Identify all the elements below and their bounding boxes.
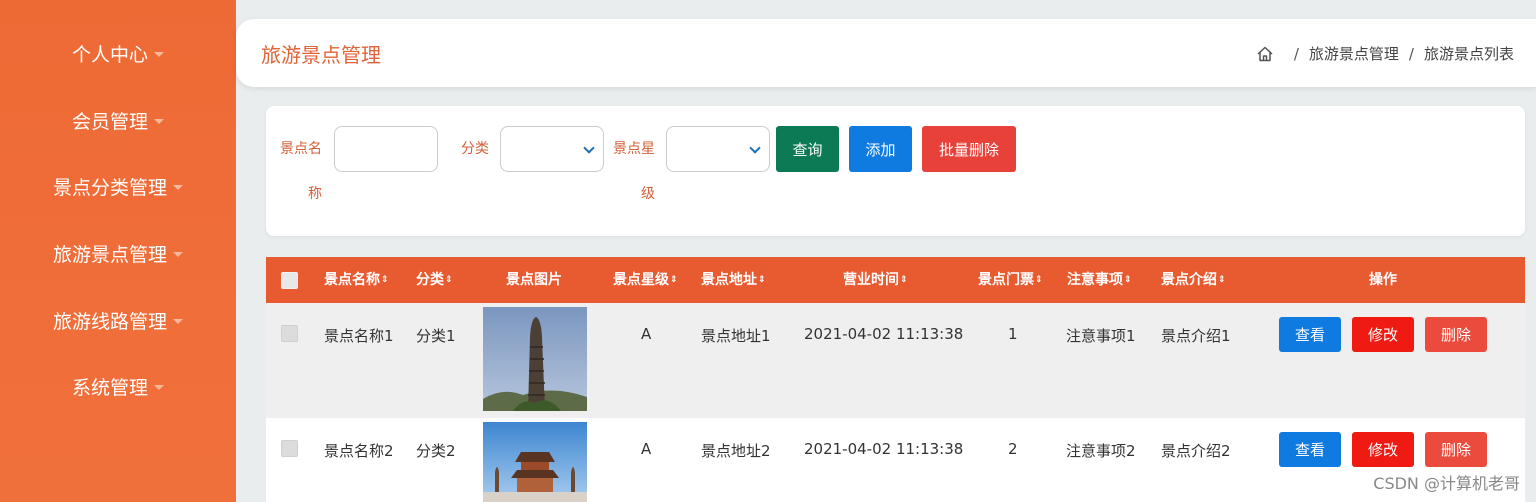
search-panel: 景点名 称 分类 景点星 级 查询 添加 批量删除 bbox=[266, 106, 1525, 236]
sort-icon[interactable]: ⇕ bbox=[1124, 275, 1132, 285]
table-row: 景点名称2 分类2 A 景点地址2 2021-04-02 11:13:38 2 … bbox=[266, 418, 1525, 502]
category-select[interactable] bbox=[500, 126, 604, 172]
column-header-ticket[interactable]: 景点门票⇕ bbox=[978, 257, 1043, 303]
sidebar-item-route-management[interactable]: 旅游线路管理 bbox=[0, 300, 236, 340]
view-button[interactable]: 查看 bbox=[1279, 317, 1341, 352]
view-button[interactable]: 查看 bbox=[1279, 432, 1341, 467]
breadcrumb-item: 旅游景点列表 bbox=[1423, 45, 1514, 63]
star-select[interactable] bbox=[666, 126, 770, 172]
column-header-category[interactable]: 分类⇕ bbox=[416, 257, 453, 303]
chevron-down-icon bbox=[154, 118, 164, 124]
cell-name: 景点名称2 bbox=[324, 442, 394, 460]
chevron-down-icon bbox=[173, 184, 183, 190]
cell-ticket: 1 bbox=[1008, 325, 1018, 343]
cell-notes: 注意事项1 bbox=[1066, 327, 1136, 345]
sidebar: 个人中心 会员管理 景点分类管理 旅游景点管理 旅游线路管理 系统管理 bbox=[0, 0, 236, 502]
page-title: 旅游景点管理 bbox=[261, 43, 381, 67]
sidebar-item-label: 旅游景点管理 bbox=[52, 243, 167, 266]
sidebar-item-personal-center[interactable]: 个人中心 bbox=[0, 33, 236, 73]
sort-icon[interactable]: ⇕ bbox=[1218, 275, 1226, 285]
cell-star: A bbox=[641, 325, 652, 343]
column-header-name[interactable]: 景点名称⇕ bbox=[324, 257, 389, 303]
cell-category: 分类1 bbox=[416, 327, 456, 345]
star-label: 景点星 bbox=[613, 141, 655, 157]
sidebar-item-system-management[interactable]: 系统管理 bbox=[0, 366, 236, 406]
select-all-checkbox[interactable] bbox=[281, 272, 298, 289]
sort-icon[interactable]: ⇕ bbox=[381, 275, 389, 285]
column-header-hours[interactable]: 营业时间⇕ bbox=[843, 257, 908, 303]
cell-notes: 注意事项2 bbox=[1066, 442, 1136, 460]
column-header-actions: 操作 bbox=[1369, 272, 1397, 288]
sidebar-item-label: 景点分类管理 bbox=[52, 176, 167, 199]
row-checkbox[interactable] bbox=[281, 440, 298, 457]
sort-icon[interactable]: ⇕ bbox=[445, 275, 453, 285]
table-row: 景点名称1 分类1 A 景点地址1 2021-04-02 11:13:38 1 … bbox=[266, 303, 1525, 418]
page-header: 旅游景点管理 / 旅游景点管理 / 旅游景点列表 bbox=[236, 19, 1536, 87]
cell-intro: 景点介绍2 bbox=[1161, 442, 1231, 460]
attraction-image[interactable] bbox=[483, 307, 587, 411]
cell-address: 景点地址2 bbox=[701, 442, 771, 460]
cell-name: 景点名称1 bbox=[324, 327, 394, 345]
edit-button[interactable]: 修改 bbox=[1352, 432, 1414, 467]
cell-category: 分类2 bbox=[416, 442, 456, 460]
breadcrumb-item[interactable]: 旅游景点管理 bbox=[1309, 43, 1399, 64]
cell-star: A bbox=[641, 440, 652, 458]
chevron-down-icon bbox=[173, 251, 183, 257]
delete-button[interactable]: 删除 bbox=[1425, 317, 1487, 352]
home-icon[interactable] bbox=[1256, 45, 1274, 63]
breadcrumb: / 旅游景点管理 / 旅游景点列表 bbox=[1256, 43, 1514, 64]
table-header: 景点名称⇕ 分类⇕ 景点图片 景点星级⇕ 景点地址⇕ 营业时间⇕ 景点门票⇕ 注… bbox=[266, 257, 1525, 303]
cell-hours: 2021-04-02 11:13:38 bbox=[804, 440, 964, 458]
edit-button[interactable]: 修改 bbox=[1352, 317, 1414, 352]
sidebar-item-member-management[interactable]: 会员管理 bbox=[0, 100, 236, 140]
batch-delete-button[interactable]: 批量删除 bbox=[922, 126, 1016, 172]
sort-icon[interactable]: ⇕ bbox=[900, 275, 908, 285]
column-header-star[interactable]: 景点星级⇕ bbox=[613, 257, 678, 303]
column-header-image: 景点图片 bbox=[506, 272, 562, 288]
star-label-wrap: 级 bbox=[641, 186, 655, 202]
sidebar-item-label: 个人中心 bbox=[71, 43, 148, 66]
breadcrumb-separator: / bbox=[1408, 44, 1414, 63]
watermark: CSDN @计算机老哥 bbox=[1373, 474, 1520, 493]
name-label: 景点名 bbox=[280, 141, 322, 157]
name-search-input[interactable] bbox=[334, 126, 438, 172]
category-label: 分类 bbox=[461, 141, 489, 157]
sidebar-item-attraction-management[interactable]: 旅游景点管理 bbox=[0, 233, 236, 273]
name-label-wrap: 称 bbox=[308, 186, 322, 202]
sidebar-item-label: 旅游线路管理 bbox=[52, 310, 167, 333]
chevron-down-icon bbox=[154, 384, 164, 390]
sort-icon[interactable]: ⇕ bbox=[758, 275, 766, 285]
sidebar-item-label: 系统管理 bbox=[71, 376, 148, 399]
sort-icon[interactable]: ⇕ bbox=[1035, 275, 1043, 285]
cell-address: 景点地址1 bbox=[701, 327, 771, 345]
chevron-down-icon bbox=[583, 142, 595, 154]
query-button[interactable]: 查询 bbox=[776, 126, 839, 172]
chevron-down-icon bbox=[749, 142, 761, 154]
cell-ticket: 2 bbox=[1008, 440, 1018, 458]
column-header-notes[interactable]: 注意事项⇕ bbox=[1067, 257, 1132, 303]
sidebar-item-label: 会员管理 bbox=[71, 110, 148, 133]
column-header-address[interactable]: 景点地址⇕ bbox=[701, 257, 766, 303]
add-button[interactable]: 添加 bbox=[849, 126, 912, 172]
delete-button[interactable]: 删除 bbox=[1425, 432, 1487, 467]
chevron-down-icon bbox=[173, 318, 183, 324]
attraction-image[interactable] bbox=[483, 422, 587, 502]
sidebar-item-category-management[interactable]: 景点分类管理 bbox=[0, 166, 236, 206]
sort-icon[interactable]: ⇕ bbox=[670, 275, 678, 285]
row-checkbox[interactable] bbox=[281, 325, 298, 342]
chevron-down-icon bbox=[154, 51, 164, 57]
cell-hours: 2021-04-02 11:13:38 bbox=[804, 325, 964, 343]
breadcrumb-separator: / bbox=[1293, 44, 1299, 63]
column-header-intro[interactable]: 景点介绍⇕ bbox=[1161, 257, 1226, 303]
cell-intro: 景点介绍1 bbox=[1161, 327, 1231, 345]
